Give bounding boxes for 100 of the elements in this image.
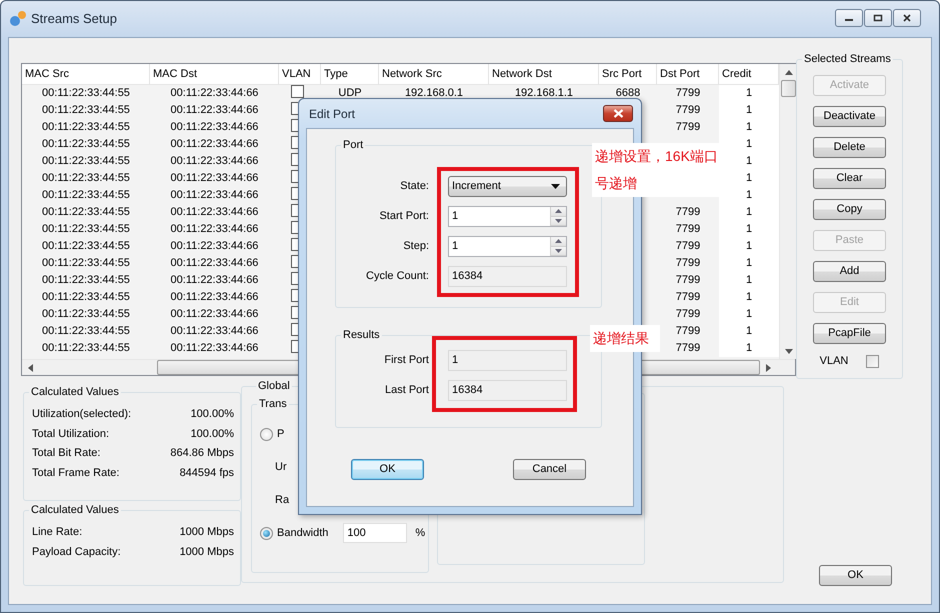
table-cell-text: 6688 [614,86,642,101]
row-checkbox[interactable] [291,85,304,98]
row-checkbox[interactable] [291,153,298,166]
spin-up-button[interactable] [551,207,566,216]
dialog-title: Edit Port [309,106,356,122]
table-cell-text: 7799 [674,103,702,118]
table-cell-text: UDP [337,86,363,101]
table-cell-text: 00:11:22:33:44:55 [41,239,131,254]
dropdown[interactable]: Increment [448,176,567,197]
value-text: 864.86 Mbps [170,446,234,461]
action-button[interactable]: PcapFile [813,323,886,344]
dialog-button[interactable]: Cancel [513,459,586,480]
close-button[interactable] [603,105,633,122]
row-checkbox[interactable] [291,170,298,183]
radio-label: P [277,426,284,442]
table-cell-text: 00:11:22:33:44:55 [41,86,131,101]
maximize-icon [873,14,883,22]
column-header[interactable]: Dst Port [657,64,719,85]
row-checkbox[interactable] [291,306,298,319]
field-label: Step: [402,239,430,254]
table-cell-text: 7799 [674,341,702,356]
table-cell-text: 00:11:22:33:44:66 [170,222,260,237]
table-cell-text: 00:11:22:33:44:66 [170,256,260,271]
readonly-field: 16384 [448,266,567,287]
spin-up-button[interactable] [551,237,566,246]
action-button[interactable]: Copy [813,199,886,220]
left-arrow-icon [28,364,33,372]
table-cell-text: 192.168.0.1 [404,86,464,101]
table-cell-text: 00:11:22:33:44:66 [170,154,260,169]
table-cell: 1 [719,306,779,323]
table-cell-text: 00:11:22:33:44:66 [170,341,260,356]
row-checkbox[interactable] [291,272,298,285]
action-button[interactable]: Deactivate [813,106,886,127]
column-header[interactable]: Network Src [379,64,489,85]
action-button[interactable]: Delete [813,137,886,158]
radio-button[interactable] [260,428,273,440]
ok-button[interactable]: OK [819,565,892,586]
table-cell-text: 00:11:22:33:44:55 [41,103,131,118]
table-cell: 1 [719,255,779,272]
row-checkbox[interactable] [291,323,298,336]
table-cell-text: 00:11:22:33:44:66 [170,171,260,186]
readonly-field: 16384 [448,380,567,401]
table-cell: 1 [719,221,779,238]
row-checkbox[interactable] [291,204,298,217]
column-header[interactable]: Type [321,64,379,85]
table-cell-text: 00:11:22:33:44:55 [41,137,131,152]
maximize-button[interactable] [864,9,892,27]
value-label: Total Frame Rate: [32,466,120,480]
table-cell-text: 00:11:22:33:44:55 [41,256,131,271]
table-cell-text: 7799 [674,239,702,254]
value-text: 100.00% [190,407,234,422]
table-cell-text: 00:11:22:33:44:66 [170,137,260,152]
readonly-field: 1 [448,350,567,371]
table-cell-text: 00:11:22:33:44:66 [170,120,260,135]
group-title: Port [342,139,364,151]
table-cell-text: 7799 [674,324,702,339]
value-text: 844594 fps [180,466,234,480]
minimize-button[interactable] [835,9,863,27]
radio-button[interactable] [260,526,273,540]
spin-field[interactable]: 1 [448,206,567,227]
spin-field[interactable]: 1 [448,236,567,257]
action-button[interactable]: Add [813,261,886,282]
column-header[interactable]: MAC Dst [150,64,279,85]
table-cell: 1 [719,204,779,221]
vlan-checkbox[interactable] [866,354,880,368]
table-cell-text: 00:11:22:33:44:55 [41,188,131,203]
checkbox-label: VLAN [820,354,848,369]
row-checkbox[interactable] [291,238,298,251]
column-header[interactable]: Network Dst [489,64,599,85]
table-cell-text: 00:11:22:33:44:55 [41,307,131,322]
dialog-button[interactable]: OK [351,459,424,480]
row-checkbox[interactable] [291,136,298,149]
row-checkbox[interactable] [291,102,298,115]
column-header[interactable]: Src Port [599,64,657,85]
row-checkbox[interactable] [291,187,298,200]
table-cell-text: 00:11:22:33:44:55 [41,154,131,169]
row-checkbox[interactable] [291,221,298,234]
table-cell-text: 00:11:22:33:44:66 [170,205,260,220]
table-cell-text: 00:11:22:33:44:66 [170,273,260,288]
value-text: 1000 Mbps [180,525,234,540]
table-cell-text: 00:11:22:33:44:55 [41,205,131,220]
group-title: Calculated Values [30,504,120,516]
table-cell-text: 00:11:22:33:44:55 [41,120,131,135]
table-cell-text: 00:11:22:33:44:66 [170,307,260,322]
row-checkbox[interactable] [291,119,298,132]
value-label: Total Utilization: [32,426,110,442]
row-checkbox[interactable] [291,340,298,353]
column-header[interactable]: MAC Src [22,64,150,85]
unit-label: % [415,526,426,541]
field-label: Cycle Count: [365,269,430,284]
table-cell-text: 00:11:22:33:44:66 [170,188,260,203]
action-button[interactable]: Clear [813,168,886,189]
row-checkbox[interactable] [291,255,298,268]
field-label: First Port [383,353,430,368]
scrollbar-thumb[interactable] [781,80,796,97]
group-title: Trans [258,398,288,410]
row-checkbox[interactable] [291,289,298,302]
input-field[interactable]: 100 [343,523,408,543]
close-button[interactable] [893,9,921,27]
caret-icon [551,184,560,189]
